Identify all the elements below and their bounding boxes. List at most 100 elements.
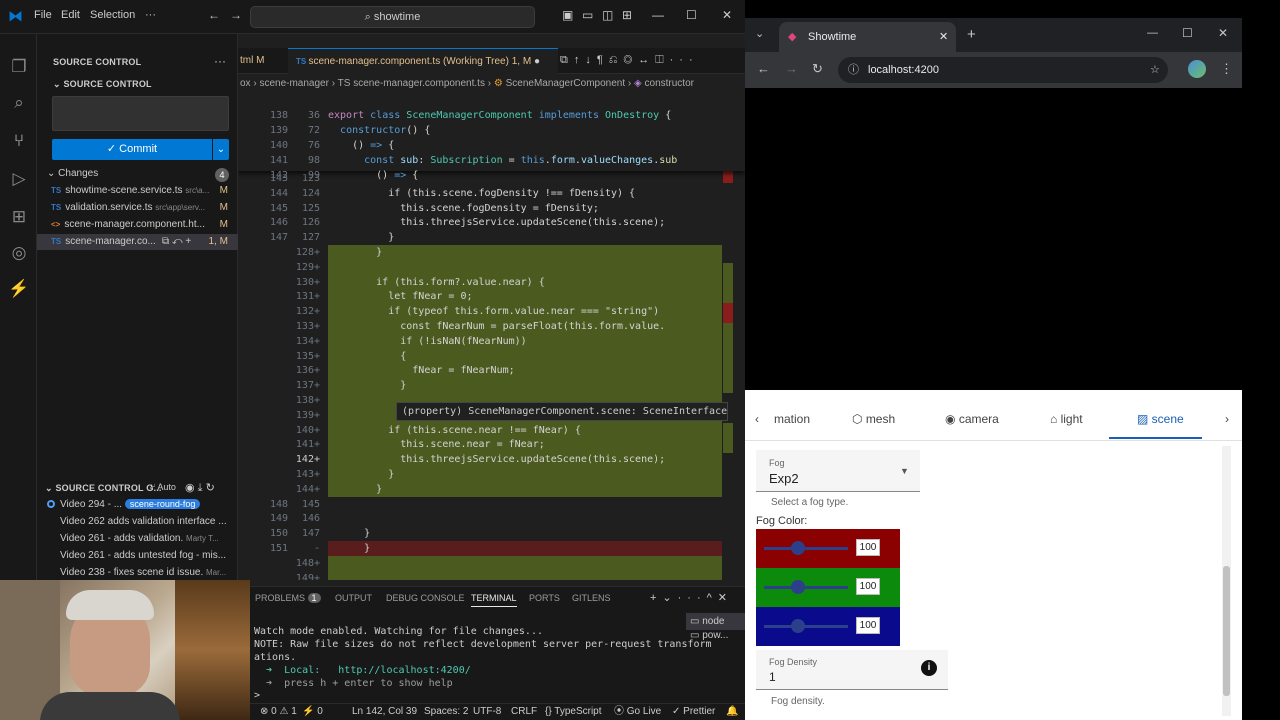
menu-kebab-icon[interactable]: ⋮: [1220, 61, 1233, 77]
section-header[interactable]: ⌄ SOURCE CONTROL: [53, 79, 152, 90]
graph-commit-row[interactable]: Video 262 adds validation interface ...: [37, 513, 238, 530]
explorer-icon[interactable]: ❐: [8, 56, 30, 78]
status-eol[interactable]: CRLF: [511, 704, 537, 720]
status-errors[interactable]: ⊗ 0 ⚠ 1: [260, 704, 297, 720]
graph-commit-row[interactable]: Video 294 - ... scene-round-fog: [37, 496, 238, 513]
red-value-input[interactable]: 100: [856, 539, 880, 556]
bookmark-star-icon[interactable]: ☆: [1150, 57, 1160, 83]
change-item[interactable]: TS showtime-scene.service.ts src\a... M: [37, 183, 238, 199]
status-encoding[interactable]: UTF-8: [473, 704, 501, 720]
tab-scene-manager[interactable]: TS scene-manager.component.ts (Working T…: [288, 48, 558, 74]
search-icon[interactable]: ⌕: [8, 92, 30, 114]
panel-actions-icons[interactable]: +⌄···^✕: [650, 591, 733, 604]
tab-debug-console[interactable]: DEBUG CONSOLE: [386, 593, 465, 603]
terminal-prompt[interactable]: >: [254, 690, 260, 701]
graph-commit-row[interactable]: Video 261 - adds validation. Marty T...: [37, 530, 238, 547]
blue-slider-knob[interactable]: [791, 619, 805, 633]
changes-header[interactable]: ⌄ Changes: [37, 166, 238, 182]
browser-tab-showtime[interactable]: ◆ Showtime ✕: [779, 22, 956, 52]
status-golive[interactable]: ⦿ Go Live: [614, 704, 661, 720]
graph-commit-row[interactable]: Video 261 - adds untested fog - mis...: [37, 547, 238, 564]
blue-value-input[interactable]: 100: [856, 617, 880, 634]
remote-icon[interactable]: ◎: [8, 242, 30, 264]
more-actions-icon[interactable]: ···: [214, 54, 226, 68]
notifications-icon[interactable]: 🔔: [726, 704, 738, 720]
menu-more[interactable]: ···: [145, 9, 156, 21]
change-item-selected[interactable]: TS scene-manager.co... ⧉ ↶ + 1, M: [37, 234, 238, 250]
site-info-icon[interactable]: ⓘ: [848, 57, 859, 83]
tab-terminal[interactable]: TERMINAL: [471, 593, 517, 607]
green-value-input[interactable]: 100: [856, 578, 880, 595]
command-center-search[interactable]: ⌕ showtime: [250, 6, 535, 28]
menu-file[interactable]: File: [34, 9, 52, 21]
graph-section-header[interactable]: ⌄ SOURCE CONTROL G...: [45, 483, 162, 494]
graph-actions-icons[interactable]: ◉ ⤓ ↻: [185, 481, 215, 495]
tab-gitlens[interactable]: GITLENS: [572, 593, 611, 603]
status-language[interactable]: {} TypeScript: [545, 704, 602, 720]
tab-scene[interactable]: ▨ scene: [1137, 412, 1184, 426]
menu-edit[interactable]: Edit: [61, 9, 80, 21]
red-slider-track[interactable]: [764, 547, 848, 550]
chevron-right-icon[interactable]: ›: [1225, 412, 1229, 426]
toggle-panel-icon[interactable]: ▭: [582, 8, 593, 22]
scrollbar-track[interactable]: [1222, 446, 1231, 716]
editor-actions-icons[interactable]: ⧉↑↓¶⎌◎↔◫···: [560, 54, 699, 67]
status-spaces[interactable]: Spaces: 2: [424, 704, 468, 720]
lightning-icon[interactable]: ⚡: [8, 278, 30, 300]
layout-icon[interactable]: ▣: [562, 8, 573, 22]
tab-ports[interactable]: PORTS: [529, 593, 560, 603]
back-icon[interactable]: ←: [208, 8, 220, 22]
customize-layout-icon[interactable]: ⊞: [622, 8, 632, 22]
status-prettier[interactable]: ✓ Prettier: [672, 704, 715, 720]
graph-auto-toggle[interactable]: ⑂ Auto: [150, 482, 176, 492]
back-icon[interactable]: ←: [757, 61, 770, 76]
address-bar[interactable]: ⓘ localhost:4200 ☆: [838, 57, 1168, 83]
status-position[interactable]: Ln 142, Col 39: [352, 704, 417, 720]
tab-output[interactable]: OUTPUT: [335, 593, 372, 603]
threejs-canvas[interactable]: [745, 88, 1242, 390]
close-icon[interactable]: ✕: [722, 8, 732, 22]
extensions-icon[interactable]: ⊞: [8, 206, 30, 228]
tab-list-icon[interactable]: ⌄: [755, 27, 764, 40]
source-control-icon[interactable]: ⑂: [8, 130, 30, 152]
tab-previous[interactable]: tml M: [238, 48, 282, 74]
change-item[interactable]: <> scene-manager.component.ht... M: [37, 217, 238, 233]
minimize-icon[interactable]: —: [1147, 27, 1158, 39]
status-ports[interactable]: ⚡ 0: [302, 704, 323, 720]
tab-animation[interactable]: mation: [774, 412, 810, 426]
close-tab-icon[interactable]: ✕: [939, 22, 948, 52]
green-slider-knob[interactable]: [791, 580, 805, 594]
forward-icon[interactable]: →: [230, 8, 242, 22]
close-window-icon[interactable]: ✕: [1218, 26, 1228, 40]
blue-slider-track[interactable]: [764, 625, 848, 628]
minimize-icon[interactable]: —: [652, 8, 664, 22]
tab-light[interactable]: ⌂ light: [1050, 412, 1083, 426]
reload-icon[interactable]: ↻: [812, 61, 823, 77]
info-icon[interactable]: i: [921, 660, 937, 676]
code-editor[interactable]: 138 36 export class SceneManagerComponent …: [238, 93, 745, 580]
toggle-sidebar-icon[interactable]: ◫: [602, 8, 613, 22]
green-slider-track[interactable]: [764, 586, 848, 589]
scrollbar-thumb[interactable]: [1223, 566, 1230, 696]
maximize-icon[interactable]: ☐: [1182, 26, 1193, 40]
commit-button[interactable]: ✓ Commit: [52, 139, 212, 160]
terminal-node[interactable]: ▭ node: [686, 613, 745, 630]
menu-selection[interactable]: Selection: [90, 9, 135, 21]
maximize-icon[interactable]: ☐: [686, 8, 697, 22]
tab-mesh[interactable]: ⬡ mesh: [852, 412, 895, 426]
profile-avatar[interactable]: [1188, 60, 1206, 78]
tab-camera[interactable]: ◉ camera: [945, 412, 999, 426]
chevron-left-icon[interactable]: ‹: [755, 412, 759, 426]
tab-problems[interactable]: PROBLEMS 1: [255, 593, 321, 603]
fog-type-select[interactable]: Fog Exp2 ▼: [756, 450, 920, 492]
forward-icon[interactable]: →: [785, 61, 798, 76]
change-item[interactable]: TS validation.service.ts src\app\serv... …: [37, 200, 238, 216]
graph-commit-row[interactable]: Video 238 - fixes scene id issue. Mar...: [37, 564, 238, 581]
red-slider-knob[interactable]: [791, 541, 805, 555]
commit-dropdown-button[interactable]: ⌄: [213, 139, 229, 160]
open-file-icon[interactable]: ⧉ ↶ +: [162, 234, 191, 250]
commit-message-input[interactable]: [52, 96, 229, 131]
new-tab-icon[interactable]: +: [967, 26, 976, 43]
fog-density-input[interactable]: Fog Density 1 i: [756, 650, 948, 690]
run-debug-icon[interactable]: ▷: [8, 168, 30, 190]
